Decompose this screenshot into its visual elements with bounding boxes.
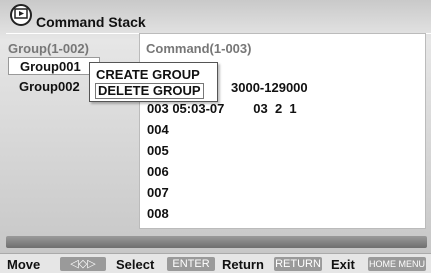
create-group-menu-item[interactable]: CREATE GROUP <box>96 67 200 82</box>
delete-group-menu-item[interactable]: DELETE GROUP <box>95 83 204 99</box>
command-text: 05:03-07 03 2 1 <box>172 101 297 116</box>
command-text: 3000-129000 <box>231 80 308 95</box>
command-row[interactable]: 003 05:03-07 03 2 1 <box>147 101 297 116</box>
command-number: 007 <box>147 185 169 200</box>
page-title: Command Stack <box>36 14 146 30</box>
command-number: 005 <box>147 143 169 158</box>
command-stack-screen: Command Stack Group(1-002) Group001 Grou… <box>0 0 431 273</box>
return-key-icon: RETURN <box>274 257 322 271</box>
command-number: 008 <box>147 206 169 221</box>
command-row[interactable]: 006 <box>147 164 169 179</box>
home-menu-key-icon: HOME MENU <box>368 257 426 271</box>
command-number: 006 <box>147 164 169 179</box>
command-number: 003 <box>147 101 169 116</box>
command-row[interactable]: 008 <box>147 206 169 221</box>
select-label: Select <box>116 257 155 272</box>
dpad-icon: ◁◇▷ <box>60 257 106 271</box>
move-label: Move <box>7 257 41 272</box>
command-list-header: Command(1-003) <box>146 41 252 56</box>
return-label: Return <box>222 257 264 272</box>
command-stack-icon <box>10 4 32 26</box>
group-context-menu: CREATE GROUP DELETE GROUP <box>89 62 218 102</box>
command-row[interactable]: 004 <box>147 122 169 137</box>
status-bar <box>6 236 427 248</box>
button-guide-footer: Move ◁◇▷ Select ENTER Return RETURN Exit… <box>0 253 431 273</box>
exit-label: Exit <box>331 257 355 272</box>
group-item[interactable]: Group002 <box>19 79 80 94</box>
command-row[interactable]: 005 <box>147 143 169 158</box>
group-item-selected[interactable]: Group001 <box>8 57 100 75</box>
enter-key-icon: ENTER <box>167 257 215 271</box>
command-row[interactable]: 007 <box>147 185 169 200</box>
group-list-header: Group(1-002) <box>8 41 89 56</box>
command-number: 004 <box>147 122 169 137</box>
